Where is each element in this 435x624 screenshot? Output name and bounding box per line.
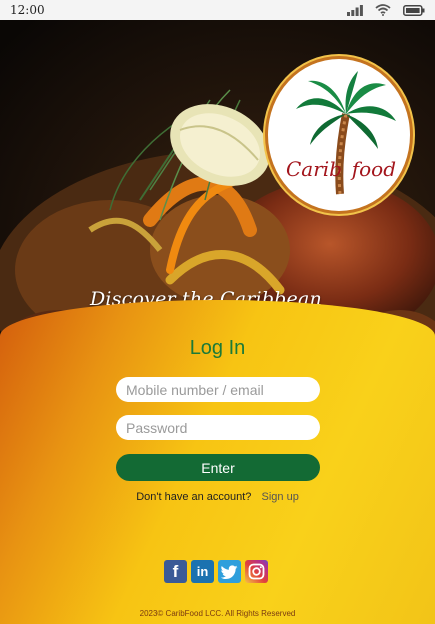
twitter-icon[interactable] [218, 560, 241, 583]
linkedin-icon[interactable]: in [191, 560, 214, 583]
status-time: 12:00 [10, 3, 45, 17]
social-links: f in [164, 560, 268, 583]
signal-icon [347, 4, 363, 16]
instagram-icon[interactable] [245, 560, 268, 583]
logo-text-carib: Carib [286, 157, 342, 181]
palm-tree-icon [296, 71, 396, 195]
footer-copyright: 2023© CaribFood LCC. All Rights Reserved [139, 609, 296, 618]
mobile-email-input[interactable] [116, 377, 320, 402]
wifi-icon [375, 4, 391, 16]
password-input[interactable] [116, 415, 320, 440]
caribfood-logo: Carib food [265, 56, 413, 214]
battery-icon [403, 4, 425, 16]
signup-row: Don't have an account? Sign up [0, 491, 435, 503]
facebook-icon[interactable]: f [164, 560, 187, 583]
status-bar: 12:00 [0, 0, 435, 20]
status-icons [347, 4, 425, 16]
login-title: Log In [189, 337, 246, 359]
signup-prompt: Don't have an account? [136, 491, 252, 503]
signup-link[interactable]: Sign up [262, 491, 299, 503]
enter-button[interactable]: Enter [116, 454, 320, 481]
logo-text-food: food [351, 157, 396, 181]
